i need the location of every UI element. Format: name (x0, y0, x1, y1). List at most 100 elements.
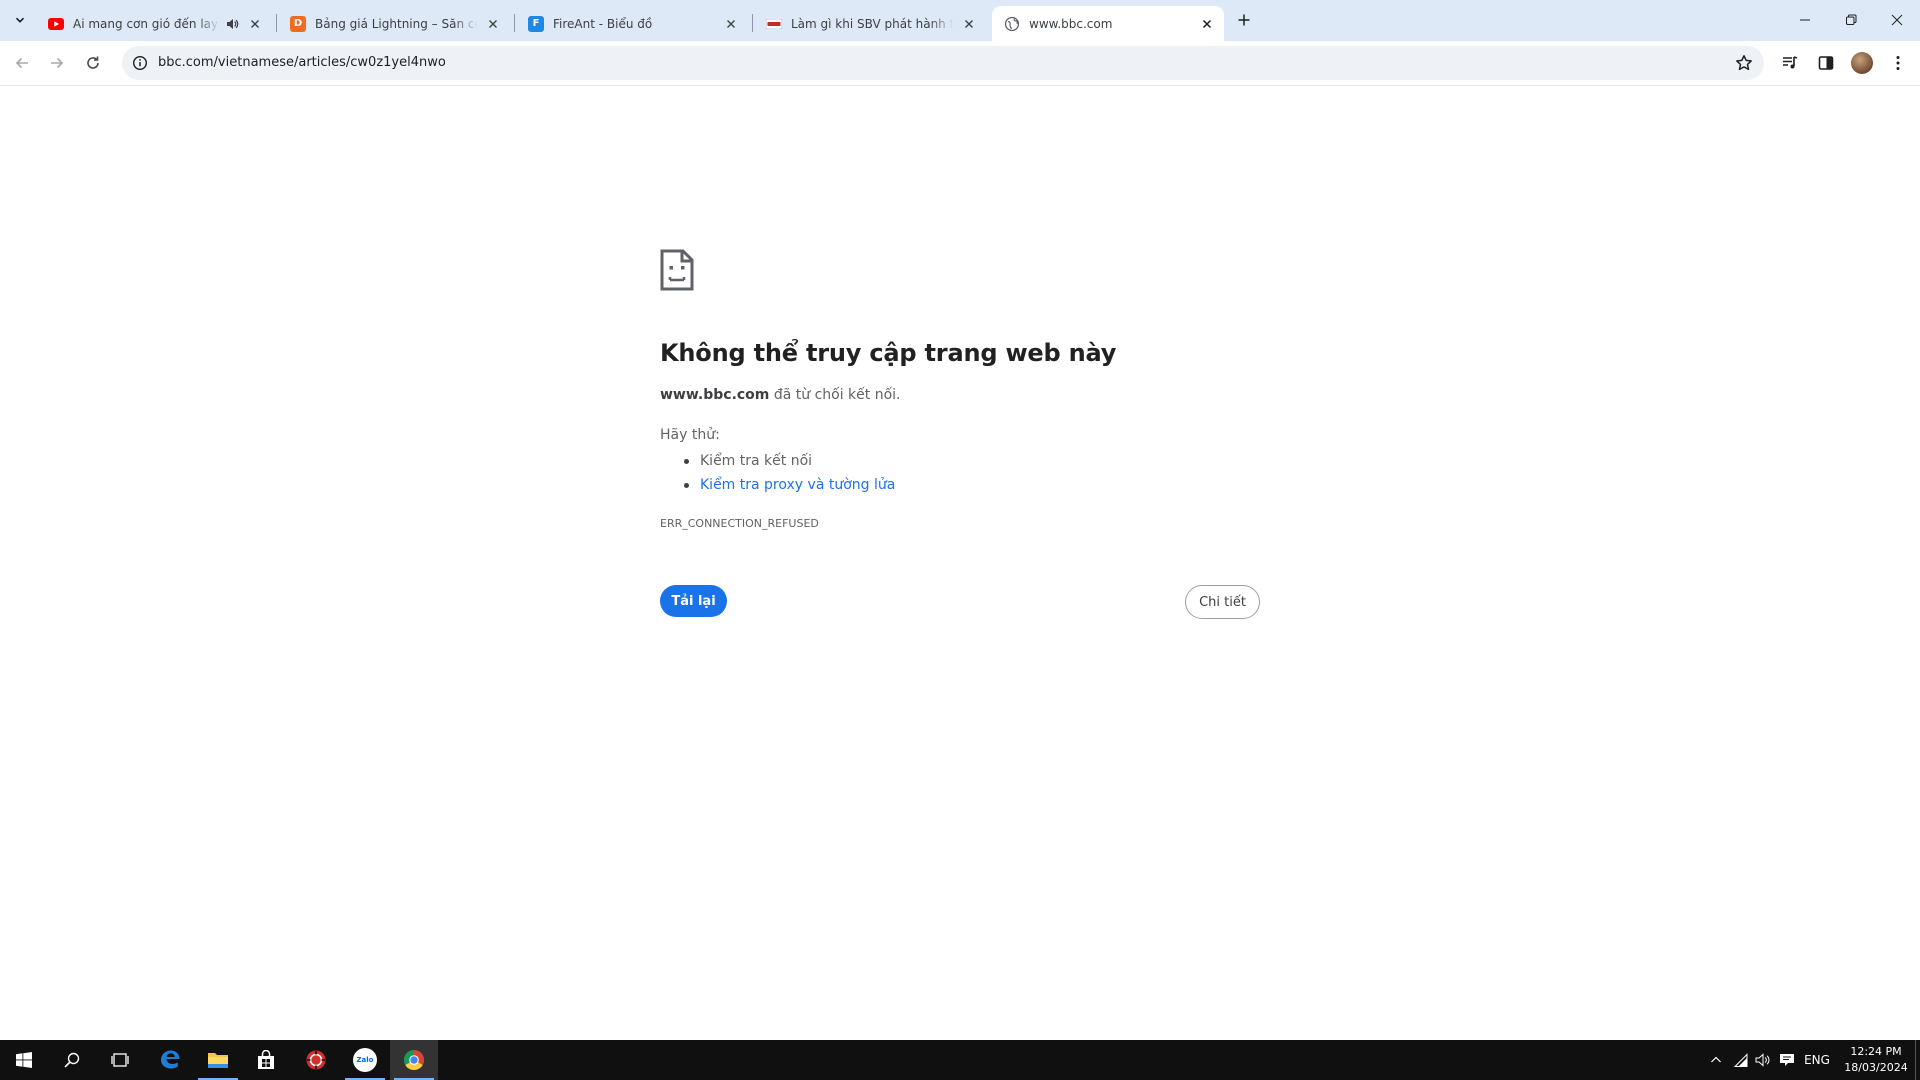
sad-page-icon (660, 249, 694, 291)
minimize-button[interactable] (1782, 0, 1828, 40)
tab-title: Làm gì khi SBV phát hành tín phiếu (791, 16, 954, 31)
side-panel-button[interactable] (1812, 49, 1840, 77)
back-button[interactable] (6, 47, 38, 79)
show-desktop-button[interactable] (1915, 1040, 1916, 1080)
details-button[interactable]: Chi tiết (1185, 585, 1260, 619)
task-view-button[interactable] (96, 1040, 144, 1080)
playlist-music-icon (1783, 56, 1798, 69)
task-view-icon (111, 1053, 129, 1067)
address-url[interactable]: bbc.com/vietnamese/articles/cw0z1yel4nwo (158, 55, 446, 70)
new-tab-button[interactable] (1232, 8, 1256, 32)
close-tab-icon[interactable] (722, 15, 740, 33)
youtube-icon (48, 16, 64, 32)
address-bar[interactable]: bbc.com/vietnamese/articles/cw0z1yel4nwo (122, 46, 1764, 80)
globe-icon (1004, 16, 1020, 32)
zalo-icon: Zalo (353, 1048, 377, 1072)
error-host: www.bbc.com (660, 387, 770, 403)
start-button[interactable] (0, 1040, 48, 1080)
suggestion-check-connection: Kiểm tra kết nối (660, 449, 895, 473)
restore-icon (1846, 14, 1857, 25)
windows-logo-icon (16, 1052, 32, 1068)
chevron-up-icon (1711, 1056, 1721, 1063)
error-message-text: đã từ chối kết nối. (769, 387, 901, 403)
edge-icon (161, 1050, 180, 1069)
minimize-icon (1800, 19, 1810, 21)
input-language-button[interactable]: ENG (1800, 1040, 1834, 1080)
dnse-icon: D (290, 15, 306, 32)
volume-button[interactable] (1752, 1040, 1774, 1080)
clock-date: 18/03/2024 (1844, 1061, 1908, 1074)
wifi-icon (1733, 1053, 1748, 1067)
tab-title: Bảng giá Lightning – Săn cổ phiếu (315, 16, 478, 31)
close-tab-icon[interactable] (1198, 15, 1216, 33)
reload-button[interactable] (77, 47, 109, 79)
tab-separator (514, 14, 515, 32)
close-window-button[interactable] (1874, 0, 1920, 40)
network-button[interactable] (1730, 1040, 1752, 1080)
bookmark-star-icon[interactable] (1732, 51, 1756, 75)
site-info-icon[interactable] (128, 51, 152, 75)
side-panel-icon (1818, 56, 1834, 70)
suggestion-check-proxy-link[interactable]: Kiểm tra proxy và tường lửa (660, 473, 895, 497)
taskbar-chrome[interactable] (390, 1040, 438, 1080)
arrow-left-icon (15, 57, 28, 69)
tab-strip: Ai mang cơn gió đến lay cành cây D Bảng … (0, 0, 1920, 41)
notification-icon (1780, 1054, 1794, 1066)
folder-icon (208, 1053, 228, 1068)
clock-time: 12:24 PM (1850, 1045, 1902, 1058)
tab-fireant[interactable]: F FireAnt - Biểu đồ (516, 6, 748, 41)
show-hidden-icons-button[interactable] (1704, 1040, 1728, 1080)
fireant-icon: F (528, 15, 544, 32)
tab-title: FireAnt - Biểu đồ (553, 16, 653, 31)
taskbar-zalo[interactable]: Zalo (341, 1040, 389, 1080)
taskbar-store[interactable] (242, 1040, 290, 1080)
tab-bbc[interactable]: www.bbc.com (992, 6, 1224, 41)
restore-button[interactable] (1828, 0, 1874, 40)
chrome-menu-button[interactable] (1884, 49, 1912, 77)
tab-sbv-article[interactable]: Làm gì khi SBV phát hành tín phiếu (754, 6, 986, 41)
browser-toolbar: bbc.com/vietnamese/articles/cw0z1yel4nwo (0, 41, 1920, 86)
language-indicator: ENG (1804, 1053, 1830, 1067)
forward-button[interactable] (41, 47, 73, 79)
action-center-button[interactable] (1776, 1040, 1798, 1080)
close-tab-icon[interactable] (960, 15, 978, 33)
zalo-logo-text: Zalo (356, 1056, 374, 1064)
volume-icon (1755, 1053, 1770, 1067)
error-code: ERR_CONNECTION_REFUSED (660, 517, 819, 530)
taskbar-file-explorer[interactable] (194, 1040, 242, 1080)
windows-taskbar: Zalo ENG 12:24 PM 18/03/2024 (0, 1040, 1920, 1080)
try-label: Hãy thử: (660, 427, 720, 443)
tab-search-button[interactable] (8, 8, 32, 32)
tab-lightning[interactable]: D Bảng giá Lightning – Săn cổ phiếu (278, 6, 510, 41)
red-circle-app-icon (306, 1050, 326, 1070)
tab-separator (276, 14, 277, 32)
kebab-menu-icon (1896, 56, 1900, 70)
suggestion-list: Kiểm tra kết nối Kiểm tra proxy và tường… (660, 449, 895, 497)
error-title: Không thể truy cập trang web này (660, 339, 1117, 367)
avatar (1851, 52, 1873, 74)
arrow-right-icon (51, 57, 64, 69)
close-tab-icon[interactable] (246, 15, 264, 33)
taskbar-red-app[interactable] (292, 1040, 340, 1080)
speaker-icon[interactable] (224, 16, 240, 32)
taskbar-edge[interactable] (146, 1040, 194, 1080)
refresh-icon (87, 56, 99, 69)
browser-window: Ai mang cơn gió đến lay cành cây D Bảng … (0, 0, 1920, 1080)
tab-separator (752, 14, 753, 32)
tab-title: Ai mang cơn gió đến lay cành cây (73, 16, 220, 31)
tab-youtube[interactable]: Ai mang cơn gió đến lay cành cây (36, 6, 272, 41)
chevron-down-icon (15, 17, 25, 23)
news-icon (766, 16, 782, 32)
search-button[interactable] (48, 1040, 96, 1080)
system-clock[interactable]: 12:24 PM 18/03/2024 (1836, 1044, 1916, 1076)
close-tab-icon[interactable] (484, 15, 502, 33)
plus-icon (1238, 14, 1250, 26)
profile-avatar-button[interactable] (1848, 49, 1876, 77)
tab-title: www.bbc.com (1029, 16, 1113, 31)
reload-page-button[interactable]: Tải lại (660, 585, 727, 617)
error-page: Không thể truy cập trang web này www.bbc… (0, 87, 1920, 1040)
store-bag-icon (258, 1050, 274, 1069)
media-control-button[interactable] (1776, 49, 1804, 77)
close-icon (1891, 14, 1903, 26)
chrome-icon (404, 1050, 424, 1070)
